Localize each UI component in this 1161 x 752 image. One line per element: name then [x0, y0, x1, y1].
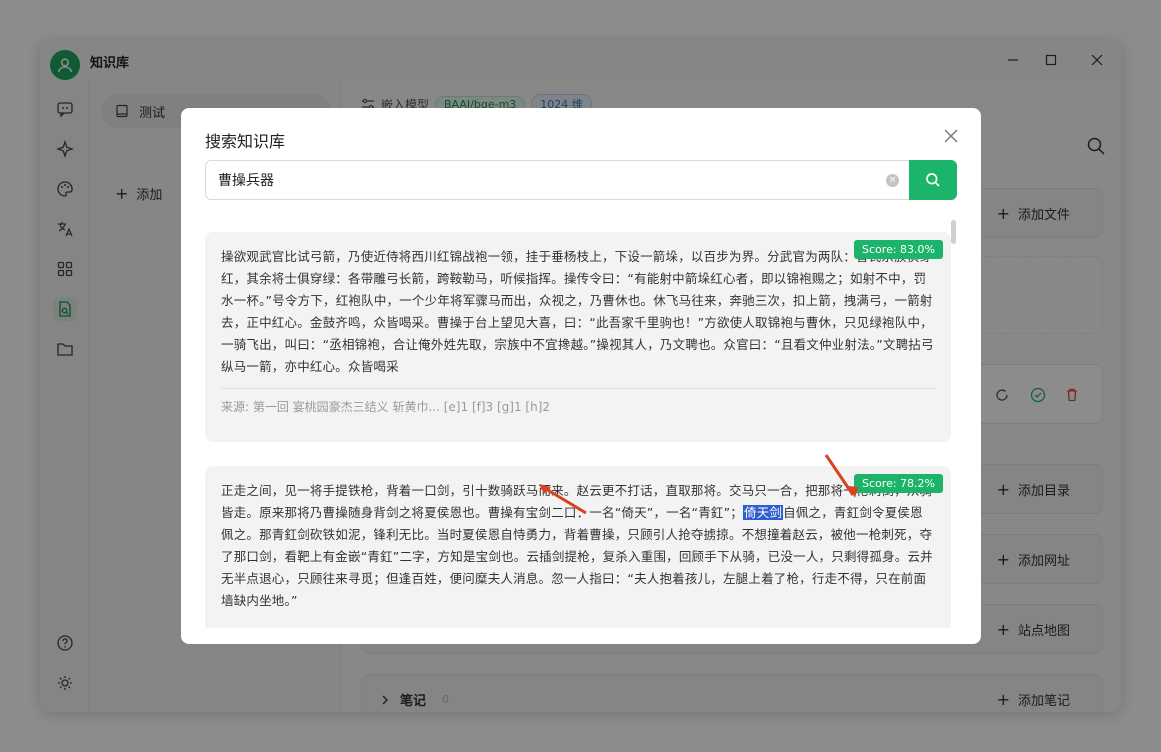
- annotation-arrow-icon: [539, 484, 587, 515]
- score-badge: Score: 83.0%: [854, 240, 943, 259]
- clear-icon[interactable]: ×: [886, 174, 899, 187]
- annotation-arrow-icon: [824, 454, 858, 498]
- score-badge: Score: 78.2%: [854, 474, 943, 493]
- result-card[interactable]: Score: 83.0% 操欲观武官比试弓箭，乃使近侍将西川红锦战袍一领，挂于垂…: [205, 232, 951, 442]
- result-source: 来源: 第一回 宴桃园豪杰三结义 斩黄巾... [e]1 [f]3 [g]1 […: [221, 400, 551, 414]
- scrollbar-thumb[interactable]: [951, 220, 956, 244]
- result-text-after: 自佩之，青釭剑令夏侯恩佩之。那青釭剑砍铁如泥，锋利无比。当时夏侯恩自恃勇力，背着…: [221, 505, 933, 608]
- search-query: 曹操兵器: [218, 173, 274, 189]
- highlighted-text: 倚天剑: [743, 505, 784, 520]
- search-icon: [926, 173, 940, 187]
- search-button[interactable]: [909, 160, 957, 200]
- close-icon[interactable]: [941, 126, 961, 146]
- dialog-title: 搜索知识库: [205, 132, 286, 151]
- search-kb-dialog: 搜索知识库 曹操兵器 × Score: 83.0% 操欲观武官比试弓箭，乃使近侍…: [181, 108, 981, 644]
- result-text: 操欲观武官比试弓箭，乃使近侍将西川红锦战袍一领，挂于垂杨枝上，下设一箭垛，以百步…: [221, 249, 934, 374]
- search-input[interactable]: 曹操兵器 ×: [205, 160, 909, 200]
- search-results[interactable]: Score: 83.0% 操欲观武官比试弓箭，乃使近侍将西川红锦战袍一领，挂于垂…: [205, 218, 975, 628]
- divider: [221, 388, 935, 389]
